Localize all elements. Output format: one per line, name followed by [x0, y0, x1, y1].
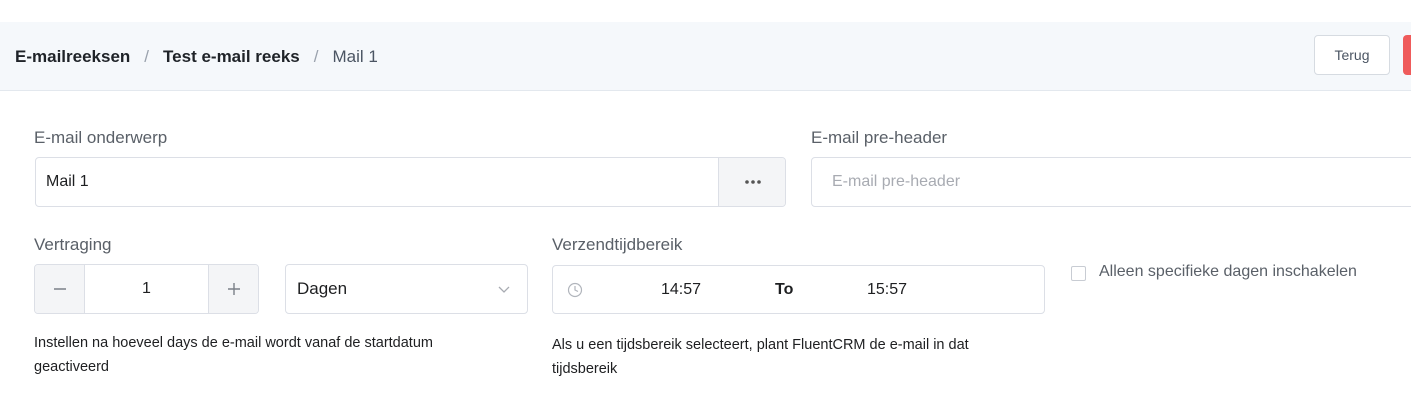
plus-icon — [227, 283, 240, 295]
increment-button[interactable] — [208, 265, 258, 313]
page-header: E-mailreeksen / Test e-mail reeks / Mail… — [0, 22, 1411, 91]
send-window-help-text: Als u een tijdsbereik selecteert, plant … — [552, 337, 969, 377]
preheader-label: E-mail pre-header — [811, 128, 948, 147]
breadcrumb-item-sequence[interactable]: Test e-mail reeks — [163, 47, 300, 67]
breadcrumb-separator: / — [144, 46, 150, 66]
subject-label: E-mail onderwerp — [34, 128, 168, 147]
ellipsis-icon — [744, 180, 761, 184]
range-start-time[interactable]: 14:57 — [661, 266, 701, 313]
range-end-time[interactable]: 15:57 — [867, 266, 907, 313]
top-strip — [0, 0, 1411, 22]
primary-action-button[interactable] — [1403, 35, 1411, 75]
clock-icon — [567, 282, 583, 298]
minus-icon — [53, 288, 66, 290]
back-button[interactable]: Terug — [1314, 35, 1390, 75]
specific-days-label[interactable]: Alleen specifieke dagen inschakelen — [1099, 263, 1357, 281]
delay-stepper: 1 — [34, 264, 259, 314]
breadcrumb: E-mailreeksen / Test e-mail reeks / Mail… — [15, 22, 378, 91]
decrement-button[interactable] — [35, 265, 85, 313]
subject-field — [35, 157, 786, 207]
breadcrumb-separator: / — [313, 46, 319, 66]
specific-days-checkbox[interactable] — [1071, 266, 1086, 281]
preheader-input[interactable] — [812, 158, 1411, 206]
delay-value[interactable]: 1 — [85, 265, 208, 313]
subject-input[interactable] — [36, 158, 718, 206]
delay-help-text: Instellen na hoeveel days de e-mail word… — [34, 335, 433, 375]
smartcode-button[interactable] — [718, 158, 785, 206]
breadcrumb-item-sequences[interactable]: E-mailreeksen — [15, 47, 130, 67]
preheader-field — [811, 157, 1411, 207]
send-window-label: Verzendtijdbereik — [552, 235, 683, 254]
breadcrumb-current: Mail 1 — [332, 46, 378, 66]
chevron-down-icon — [498, 286, 510, 293]
range-separator: To — [775, 280, 794, 298]
delay-label: Vertraging — [34, 235, 112, 254]
delay-unit-select[interactable]: Dagen — [285, 264, 528, 314]
time-range-picker[interactable]: 14:57 To 15:57 — [552, 265, 1045, 314]
delay-unit-value: Dagen — [297, 279, 348, 298]
